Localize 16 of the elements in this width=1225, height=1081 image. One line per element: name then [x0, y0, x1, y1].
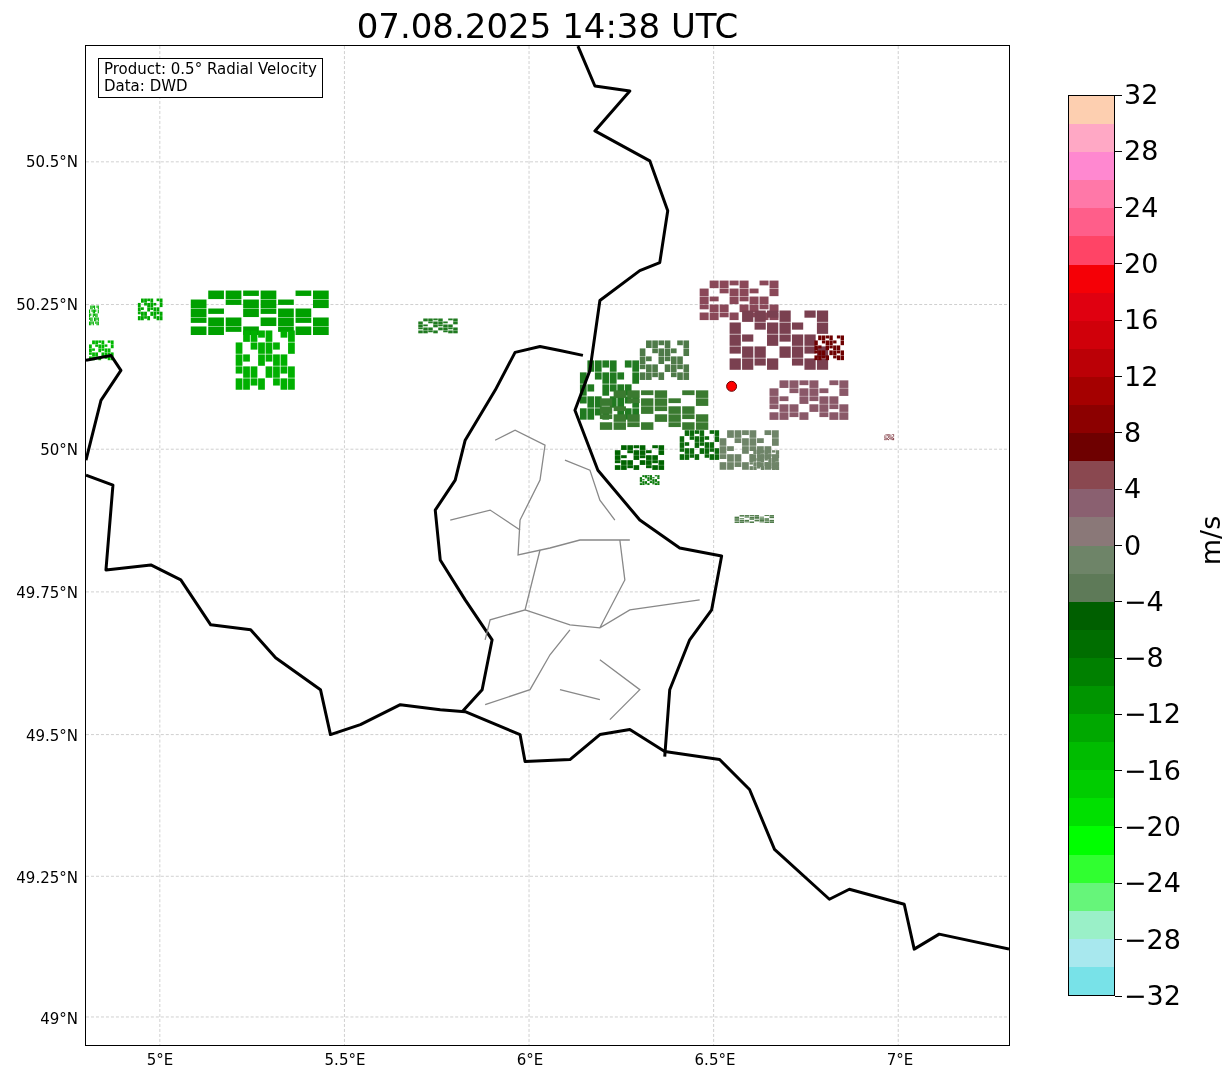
latitude-label: 50°N	[40, 441, 78, 459]
radar-site-marker	[726, 380, 738, 392]
longitude-label: 5°E	[146, 1051, 174, 1069]
plot-title: 07.08.2025 14:38 UTC	[355, 5, 740, 45]
info-box: Product: 0.5° Radial Velocity Data: DWD	[98, 58, 323, 98]
colorbar-label: m/s	[1195, 515, 1225, 566]
longitude-label: 5.5°E	[324, 1051, 366, 1069]
longitude-label: 7°E	[886, 1051, 914, 1069]
latitude-label: 50.25°N	[16, 296, 78, 314]
latitude-label: 49.5°N	[25, 727, 78, 745]
longitude-label: 6°E	[516, 1051, 544, 1069]
longitude-label: 6.5°E	[694, 1051, 736, 1069]
latitude-label: 50.5°N	[25, 153, 78, 171]
latitude-label: 49°N	[40, 1010, 78, 1028]
latitude-label: 49.75°N	[16, 584, 78, 602]
latitude-label: 49.25°N	[16, 869, 78, 887]
